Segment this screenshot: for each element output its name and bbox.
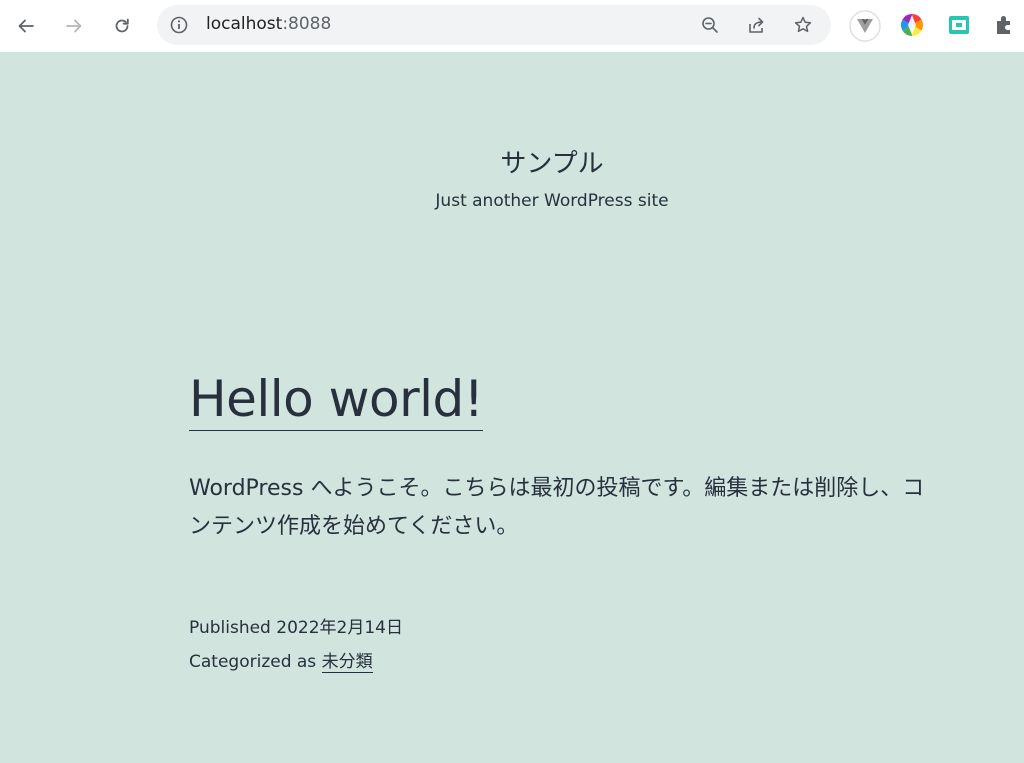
site-title[interactable]: サンプル bbox=[0, 143, 1024, 180]
post-categories: Categorized as 未分類 bbox=[189, 647, 373, 673]
site-description: Just another WordPress site bbox=[435, 191, 669, 211]
info-icon[interactable] bbox=[169, 15, 189, 35]
extensions-puzzle-icon[interactable] bbox=[992, 12, 1018, 38]
post-published: Published 2022年2月14日 bbox=[189, 613, 403, 638]
address-bar[interactable]: localhost:8088 bbox=[157, 5, 831, 45]
published-date: 2022年2月14日 bbox=[276, 618, 403, 638]
share-icon[interactable] bbox=[746, 15, 766, 35]
arrow-left-icon bbox=[18, 19, 34, 33]
forward-button[interactable] bbox=[56, 8, 92, 44]
post-title-link[interactable]: Hello world! bbox=[189, 368, 484, 431]
url-port: :8088 bbox=[282, 14, 332, 34]
arrow-right-icon bbox=[66, 19, 82, 33]
published-label: Published bbox=[189, 618, 271, 638]
zoom-out-icon[interactable] bbox=[700, 15, 720, 35]
back-button[interactable] bbox=[8, 8, 44, 44]
reload-button[interactable] bbox=[104, 8, 140, 44]
vue-devtools-extension-icon[interactable] bbox=[849, 10, 881, 42]
post-content: WordPress へようこそ。こちらは最初の投稿です。編集または削除し、コンテ… bbox=[189, 476, 925, 539]
screen-extension-icon[interactable] bbox=[946, 12, 972, 38]
url-host: localhost bbox=[206, 14, 283, 34]
categorized-label: Categorized as bbox=[189, 652, 317, 672]
browser-toolbar: localhost:8088 bbox=[0, 0, 1024, 52]
star-icon[interactable] bbox=[793, 15, 813, 35]
reload-icon bbox=[115, 18, 129, 33]
category-link[interactable]: 未分類 bbox=[321, 652, 373, 673]
url-text[interactable]: localhost:8088 bbox=[206, 14, 331, 34]
color-picker-extension-icon[interactable] bbox=[899, 12, 925, 38]
post-title: Hello world! bbox=[189, 366, 484, 432]
